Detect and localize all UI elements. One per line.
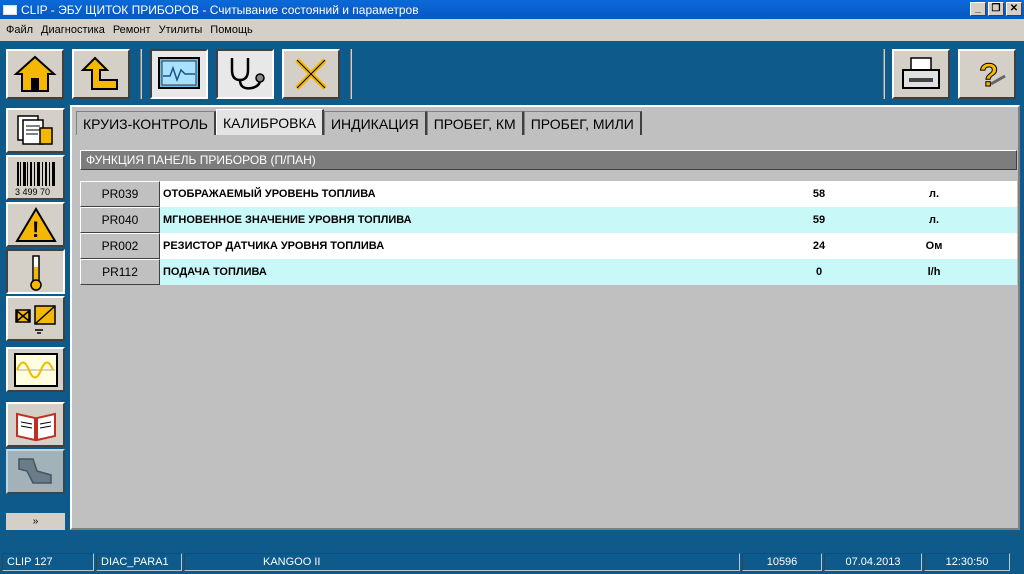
sidebar-faults-button[interactable]: ! <box>6 202 65 247</box>
actuator-icon <box>14 304 56 334</box>
parameter-name: ОТОБРАЖАЕМЫЙ УРОВЕНЬ ТОПЛИВА <box>163 188 376 200</box>
status-code: 10596 <box>742 553 822 571</box>
sidebar-measurements-button[interactable] <box>6 347 65 392</box>
menu-diagnostics[interactable]: Диагностика <box>37 24 109 36</box>
status-vehicle: KANGOO II <box>184 553 740 571</box>
parameter-unit: л. <box>928 214 940 226</box>
menu-repair[interactable]: Ремонт <box>109 24 155 36</box>
home-button[interactable] <box>6 49 64 99</box>
section-header: ФУНКЦИЯ ПАНЕЛЬ ПРИБОРОВ (П/ПАН) <box>80 150 1017 170</box>
parameter-value: 58 <box>812 188 826 200</box>
parameter-value: 24 <box>812 240 826 252</box>
documents-icon <box>16 114 53 145</box>
home-icon <box>13 55 57 92</box>
svg-text:3 499 70: 3 499 70 <box>15 187 50 197</box>
tab-indication[interactable]: ИНДИКАЦИЯ <box>323 111 427 135</box>
minimize-button[interactable]: _ <box>970 2 986 16</box>
parameter-code-button[interactable]: PR002 <box>80 233 160 259</box>
menu-help[interactable]: Помощь <box>206 24 257 36</box>
diagnostic-button[interactable] <box>216 49 274 99</box>
parameter-unit: Ом <box>925 240 943 252</box>
monitor-button[interactable] <box>150 49 208 99</box>
svg-text:?: ? <box>979 57 999 93</box>
thermometer-icon <box>29 254 42 291</box>
parameter-name: РЕЗИСТОР ДАТЧИКА УРОВНЯ ТОПЛИВА <box>163 240 385 252</box>
status-bar: CLIP 127 DIAC_PARA1 KANGOO II 10596 07.0… <box>0 550 1024 574</box>
title-bar: CLIP - ЭБУ ЩИТОК ПРИБОРОВ - Считывание с… <box>0 0 1024 19</box>
toolbar-separator <box>883 49 885 99</box>
sidebar-parts-button[interactable] <box>6 449 65 494</box>
parameter-list: PR039 ОТОБРАЖАЕМЫЙ УРОВЕНЬ ТОПЛИВА 58 л.… <box>80 181 1017 285</box>
parameter-row[interactable]: PR002 РЕЗИСТОР ДАТЧИКА УРОВНЯ ТОПЛИВА 24… <box>80 233 1017 259</box>
status-clip: CLIP 127 <box>2 553 94 571</box>
sidebar-documents-button[interactable] <box>6 108 65 153</box>
tab-bar: КРУИЗ-КОНТРОЛЬ КАЛИБРОВКА ИНДИКАЦИЯ ПРОБ… <box>76 109 642 135</box>
status-diag: DIAC_PARA1 <box>96 553 182 571</box>
close-button[interactable]: ✕ <box>1006 2 1022 16</box>
tab-calibration[interactable]: КАЛИБРОВКА <box>215 109 324 135</box>
parameter-value: 0 <box>815 266 823 278</box>
svg-text:!: ! <box>32 217 39 242</box>
stethoscope-icon <box>230 58 265 90</box>
parameter-code-button[interactable]: PR040 <box>80 207 160 233</box>
printer-icon <box>902 57 940 89</box>
menu-utilities[interactable]: Утилиты <box>155 24 207 36</box>
sidebar-barcode-button[interactable]: 3 499 70 <box>6 155 65 200</box>
app-icon <box>3 4 17 15</box>
toolbar-separator <box>140 49 142 99</box>
menu-file[interactable]: Файл <box>2 24 37 36</box>
bottom-frame <box>0 530 1024 550</box>
parameter-row[interactable]: PR039 ОТОБРАЖАЕМЫЙ УРОВЕНЬ ТОПЛИВА 58 л. <box>80 181 1017 207</box>
tools-icon <box>295 58 327 90</box>
parameter-code-button[interactable]: PR112 <box>80 259 160 285</box>
maximize-button[interactable]: ❐ <box>988 2 1004 16</box>
parameter-name: ПОДАЧА ТОПЛИВА <box>163 266 267 278</box>
parameter-row[interactable]: PR040 МГНОВЕННОЕ ЗНАЧЕНИЕ УРОВНЯ ТОПЛИВА… <box>80 207 1017 233</box>
toolbar: ? <box>0 41 1024 105</box>
print-button[interactable] <box>892 49 950 99</box>
help-button[interactable]: ? <box>958 49 1016 99</box>
help-icon: ? <box>979 57 1006 94</box>
sidebar-scroll-down[interactable]: » <box>6 513 65 530</box>
book-icon <box>15 412 56 441</box>
monitor-icon <box>158 57 200 89</box>
tab-mileage-km[interactable]: ПРОБЕГ, КМ <box>426 111 524 135</box>
menu-bar: Файл Диагностика Ремонт Утилиты Помощь <box>0 19 1024 41</box>
parameter-value: 59 <box>812 214 826 226</box>
parameter-unit: l/h <box>927 266 941 278</box>
back-up-icon <box>80 56 118 90</box>
oscilloscope-icon <box>13 352 58 387</box>
status-time: 12:30:50 <box>924 553 1010 571</box>
up-level-button[interactable] <box>72 49 130 99</box>
parameter-unit: л. <box>928 188 940 200</box>
window-controls: _ ❐ ✕ <box>970 2 1022 16</box>
window-title: CLIP - ЭБУ ЩИТОК ПРИБОРОВ - Считывание с… <box>21 2 419 17</box>
parameter-row[interactable]: PR112 ПОДАЧА ТОПЛИВА 0 l/h <box>80 259 1017 285</box>
tab-mileage-miles[interactable]: ПРОБЕГ, МИЛИ <box>523 111 642 135</box>
barcode-icon: 3 499 70 <box>15 161 55 197</box>
parameter-code-button[interactable]: PR039 <box>80 181 160 207</box>
main-panel: КРУИЗ-КОНТРОЛЬ КАЛИБРОВКА ИНДИКАЦИЯ ПРОБ… <box>70 105 1020 530</box>
sidebar-parameters-button[interactable] <box>6 249 65 294</box>
parameter-name: МГНОВЕННОЕ ЗНАЧЕНИЕ УРОВНЯ ТОПЛИВА <box>163 214 412 226</box>
sidebar-actuators-button[interactable] <box>6 296 65 341</box>
sidebar-documentation-button[interactable] <box>6 402 65 447</box>
status-date: 07.04.2013 <box>824 553 922 571</box>
sidebar: 3 499 70 ! » <box>0 105 70 530</box>
toolbar-separator <box>350 49 352 99</box>
tab-cruise-control[interactable]: КРУИЗ-КОНТРОЛЬ <box>76 111 216 135</box>
parts-icon <box>17 457 52 484</box>
tools-button[interactable] <box>282 49 340 99</box>
warning-icon: ! <box>14 206 57 242</box>
